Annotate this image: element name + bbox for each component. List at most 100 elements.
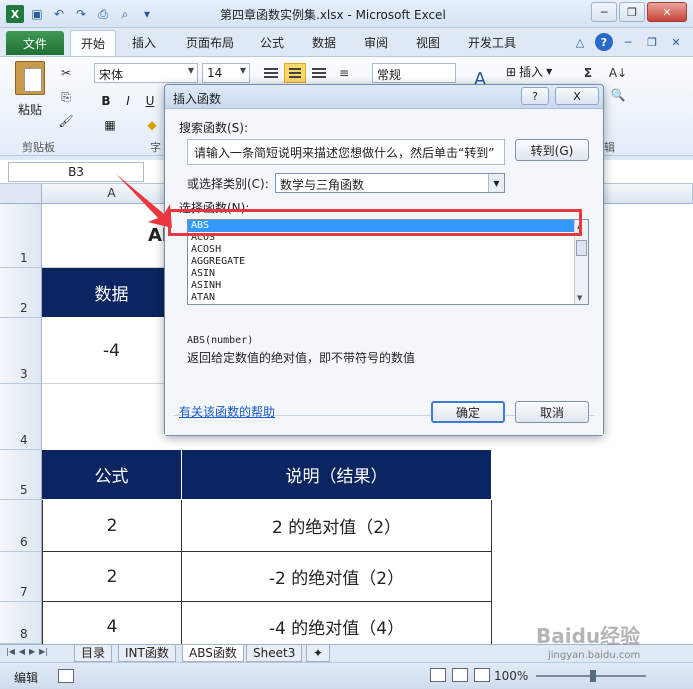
tab-home[interactable]: 开始 xyxy=(70,30,117,56)
row-header-6[interactable]: 6 xyxy=(0,500,42,552)
doc-minimize-icon[interactable]: ─ xyxy=(619,33,637,51)
next-sheet-icon[interactable]: ▶ xyxy=(29,647,35,656)
autosum-icon[interactable]: Σ xyxy=(578,63,598,83)
quick-access-toolbar: X ▣ ↶ ↷ ⎙ ⌕ ▾ xyxy=(6,5,156,23)
format-painter-icon[interactable]: 🖌 xyxy=(56,111,76,131)
print-preview-icon[interactable]: ⌕ xyxy=(116,5,134,23)
new-sheet-icon[interactable]: ✦ xyxy=(306,645,331,662)
paste-button[interactable]: 粘贴 xyxy=(10,61,50,131)
italic-button[interactable]: I xyxy=(118,91,138,111)
sort-filter-icon[interactable]: A↓ xyxy=(608,63,628,83)
borders-icon[interactable]: ▦ xyxy=(100,115,120,135)
last-sheet-icon[interactable]: ▶| xyxy=(39,647,48,656)
sheet-tab-int[interactable]: INT函数 xyxy=(118,645,176,662)
function-description: 返回给定数值的绝对值，即不带符号的数值 xyxy=(187,351,416,365)
function-item-asinh[interactable]: ASINH xyxy=(188,280,588,292)
normal-view-icon[interactable] xyxy=(430,668,446,682)
cancel-button[interactable]: 取消 xyxy=(515,401,589,423)
zoom-level[interactable]: 100% xyxy=(494,669,528,683)
fill-color-icon[interactable]: ◆ xyxy=(142,115,162,135)
row-header-4[interactable]: 4 xyxy=(0,384,42,450)
cell-a6[interactable]: 2 xyxy=(42,500,182,552)
save-icon[interactable]: ▣ xyxy=(28,5,46,23)
sheet-tab-contents[interactable]: 目录 xyxy=(74,645,113,662)
restore-button[interactable]: ❐ xyxy=(619,2,645,22)
customize-qat-icon[interactable]: ▾ xyxy=(138,5,156,23)
number-format-select[interactable]: 常规 xyxy=(372,63,456,83)
find-select-icon[interactable]: 🔍 xyxy=(608,85,628,105)
minimize-button[interactable]: ─ xyxy=(591,2,617,22)
tab-developer[interactable]: 开发工具 xyxy=(468,34,516,51)
ribbon-right-controls: △ ? ─ ❐ ✕ xyxy=(571,33,685,51)
copy-icon[interactable]: ⎘ xyxy=(56,87,76,107)
print-icon[interactable]: ⎙ xyxy=(94,5,112,23)
insert-cells-button[interactable]: ⊞ 插入 ▼ xyxy=(506,63,552,80)
first-sheet-icon[interactable]: |◀ xyxy=(6,647,15,656)
doc-close-icon[interactable]: ✕ xyxy=(667,33,685,51)
cell-b7[interactable]: -2 的绝对值（2） xyxy=(181,552,492,602)
dialog-body: 搜索函数(S): 请输入一条简短说明来描述您想做什么，然后单击“转到” 转到(G… xyxy=(165,109,603,435)
scrollbar-thumb[interactable] xyxy=(576,240,587,256)
page-layout-view-icon[interactable] xyxy=(452,668,468,682)
select-all-corner[interactable] xyxy=(0,184,42,204)
dialog-help-button[interactable]: ? xyxy=(521,87,549,105)
sheet-nav-arrows[interactable]: |◀ ◀ ▶ ▶| xyxy=(6,647,48,656)
tab-review[interactable]: 审阅 xyxy=(364,34,388,51)
align-bottom-button[interactable] xyxy=(308,63,330,83)
ok-button[interactable]: 确定 xyxy=(431,401,505,423)
tab-insert[interactable]: 插入 xyxy=(132,34,156,51)
cut-icon[interactable]: ✂ xyxy=(56,63,76,83)
row-header-1[interactable]: 1 xyxy=(0,204,42,268)
function-item-atan[interactable]: ATAN xyxy=(188,292,588,304)
align-top-button[interactable] xyxy=(260,63,282,83)
scroll-down-icon[interactable]: ▼ xyxy=(577,294,582,302)
font-size-select[interactable]: 14 ▼ xyxy=(202,63,250,83)
bold-button[interactable]: B xyxy=(96,91,116,111)
dialog-close-button[interactable]: X xyxy=(555,87,599,105)
goto-button[interactable]: 转到(G) xyxy=(515,139,589,161)
search-function-input[interactable]: 请输入一条简短说明来描述您想做什么，然后单击“转到” xyxy=(187,139,505,165)
page-break-view-icon[interactable] xyxy=(474,668,490,682)
undo-icon[interactable]: ↶ xyxy=(50,5,68,23)
row-header-8[interactable]: 8 xyxy=(0,602,42,644)
row-header-7[interactable]: 7 xyxy=(0,552,42,602)
help-icon[interactable]: ? xyxy=(595,33,613,51)
cell-b6[interactable]: 2 的绝对值（2） xyxy=(181,500,492,552)
cell-a3[interactable]: -4 xyxy=(42,318,182,384)
redo-icon[interactable]: ↷ xyxy=(72,5,90,23)
cell-b5-header[interactable]: 说明（结果） xyxy=(182,450,492,500)
tab-data[interactable]: 数据 xyxy=(312,34,336,51)
function-item-aggregate[interactable]: AGGREGATE xyxy=(188,256,588,268)
cell-a5-header[interactable]: 公式 xyxy=(42,450,182,500)
macro-record-icon[interactable] xyxy=(58,669,74,683)
tab-file[interactable]: 文件 xyxy=(6,31,64,55)
doc-restore-icon[interactable]: ❐ xyxy=(643,33,661,51)
category-select[interactable]: 数学与三角函数 ▼ xyxy=(275,173,505,193)
row-header-5[interactable]: 5 xyxy=(0,450,42,500)
window-controls: ─ ❐ ✕ xyxy=(591,2,687,22)
function-item-acosh[interactable]: ACOSH xyxy=(188,244,588,256)
tab-formulas[interactable]: 公式 xyxy=(260,34,284,51)
sheet-tab-sheet3[interactable]: Sheet3 xyxy=(246,645,303,662)
zoom-slider-thumb[interactable] xyxy=(590,670,596,682)
watermark-url: jingyan.baidu.com xyxy=(548,650,641,661)
chevron-down-icon[interactable]: ▼ xyxy=(488,174,504,192)
font-name-select[interactable]: 宋体 ▼ xyxy=(94,63,198,83)
cell-a7[interactable]: 2 xyxy=(42,552,182,602)
function-help-link[interactable]: 有关该函数的帮助 xyxy=(179,403,275,420)
cell-a8[interactable]: 4 xyxy=(42,602,182,644)
prev-sheet-icon[interactable]: ◀ xyxy=(19,647,25,656)
align-middle-button[interactable] xyxy=(284,63,306,83)
tab-view[interactable]: 视图 xyxy=(416,34,440,51)
tab-page-layout[interactable]: 页面布局 xyxy=(186,34,234,51)
row-header-3[interactable]: 3 xyxy=(0,318,42,384)
cell-b8[interactable]: -4 的绝对值（4） xyxy=(181,602,492,644)
row-header-2[interactable]: 2 xyxy=(0,268,42,318)
wrap-text-icon[interactable]: ≡ xyxy=(334,63,354,83)
cell-a2-header[interactable]: 数据 xyxy=(42,268,182,318)
sheet-tab-abs[interactable]: ABS函数 xyxy=(182,645,244,662)
close-window-button[interactable]: ✕ xyxy=(647,2,687,22)
minimize-ribbon-icon[interactable]: △ xyxy=(571,33,589,51)
underline-button[interactable]: U xyxy=(140,91,160,111)
function-item-asin[interactable]: ASIN xyxy=(188,268,588,280)
